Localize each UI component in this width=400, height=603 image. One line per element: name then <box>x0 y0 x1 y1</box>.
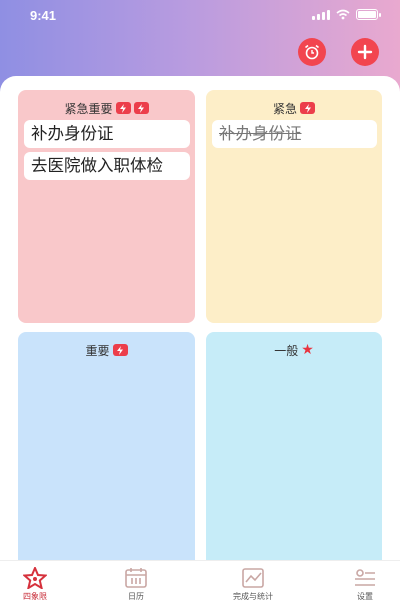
quadrant-title: 紧急 <box>272 101 297 116</box>
task-item-completed[interactable]: 补办身份证 <box>212 120 377 148</box>
quadrant-header: 紧急 <box>206 100 382 116</box>
lightning-tag-icon <box>115 102 131 114</box>
quadrant-title: 重要 <box>85 343 110 358</box>
quadrant-header: 重要 <box>18 342 195 358</box>
tab-label: 设置 <box>357 592 373 601</box>
lightning-tag-icon <box>112 344 128 356</box>
wifi-icon <box>336 9 350 20</box>
tab-label: 四象限 <box>23 592 47 601</box>
battery-icon <box>356 9 381 20</box>
chart-icon <box>242 568 264 588</box>
status-time: 9:41 <box>30 8 57 23</box>
quadrant-header: 紧急重要 <box>18 100 195 116</box>
quadrant-important[interactable]: 重要 <box>18 332 195 572</box>
star-icon: ★ <box>301 342 314 358</box>
quadrant-title: 一般 <box>274 343 299 358</box>
calendar-icon <box>125 568 147 588</box>
tab-settings[interactable]: 设置 <box>330 563 400 602</box>
alarm-button[interactable] <box>298 38 326 66</box>
quadrant-title: 紧急重要 <box>64 101 113 116</box>
star-icon <box>23 567 47 589</box>
quadrant-urgent-important[interactable]: 紧急重要 补办身份证 去医院做入职体检 <box>18 90 195 323</box>
quadrant-urgent[interactable]: 紧急 补办身份证 <box>206 90 382 323</box>
alarm-clock-icon <box>305 44 319 60</box>
quadrant-normal[interactable]: 一般 ★ <box>206 332 382 572</box>
bottom-tab-bar: 四象限 日历 完成与统计 设置 <box>0 560 400 603</box>
plus-icon <box>357 44 373 60</box>
tab-quadrant[interactable]: 四象限 <box>0 563 70 602</box>
tab-calendar[interactable]: 日历 <box>101 563 171 602</box>
quadrant-board: 紧急重要 补办身份证 去医院做入职体检 紧急 补办身份证 重要 一般 ★ <box>0 76 400 572</box>
add-task-button[interactable] <box>351 38 379 66</box>
tab-label: 完成与统计 <box>233 592 273 601</box>
lightning-tag-icon <box>300 102 315 114</box>
settings-icon <box>355 569 375 586</box>
quadrant-header: 一般 ★ <box>206 342 382 358</box>
task-item[interactable]: 补办身份证 <box>24 120 190 148</box>
tab-statistics[interactable]: 完成与统计 <box>218 563 288 602</box>
task-item[interactable]: 去医院做入职体检 <box>24 152 190 180</box>
signal-icon <box>312 9 330 20</box>
status-bar: 9:41 <box>0 0 400 30</box>
lightning-tag-icon <box>133 102 149 114</box>
tab-label: 日历 <box>128 592 144 601</box>
status-icons <box>312 9 381 20</box>
